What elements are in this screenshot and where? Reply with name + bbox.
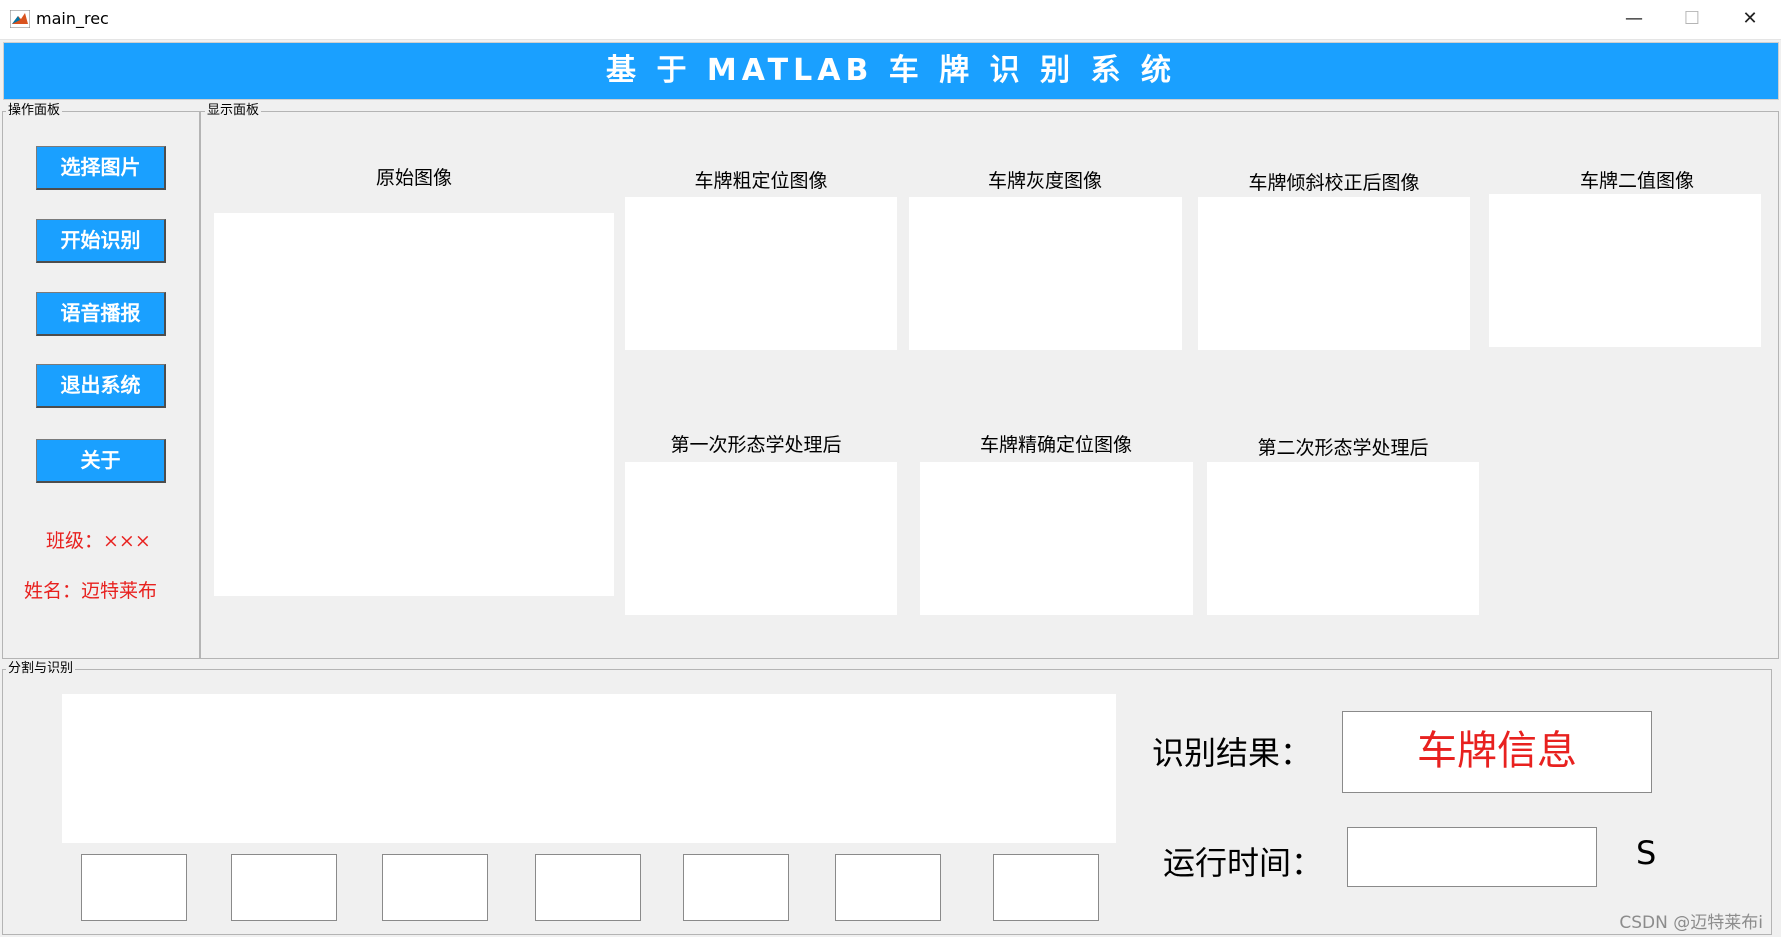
char-box-5	[683, 854, 789, 921]
second-morphology-title: 第二次形态学处理后	[1257, 437, 1429, 459]
binary-plate-title: 车牌二值图像	[1580, 170, 1695, 192]
segmentation-panel-label: 分割与识别	[6, 661, 76, 676]
segmented-plate-axes	[62, 694, 1116, 843]
watermark: CSDN @迈特莱布i	[1619, 913, 1763, 933]
coarse-plate-title: 车牌粗定位图像	[694, 170, 828, 192]
gray-plate-title: 车牌灰度图像	[987, 170, 1102, 192]
precise-plate-axes	[920, 462, 1193, 615]
tilt-corrected-axes	[1198, 197, 1470, 350]
minimize-icon: —	[1625, 8, 1643, 29]
minimize-button[interactable]: —	[1605, 0, 1663, 40]
char-box-3	[382, 854, 488, 921]
window-title: main_rec	[36, 9, 109, 28]
start-recognition-button[interactable]: 开始识别	[36, 219, 166, 263]
display-panel-label: 显示面板	[205, 103, 262, 118]
tilt-corrected-title: 车牌倾斜校正后图像	[1248, 172, 1420, 194]
char-box-2	[231, 854, 337, 921]
char-box-1	[81, 854, 187, 921]
select-image-button[interactable]: 选择图片	[36, 146, 166, 190]
time-label: 运行时间：	[1163, 844, 1324, 882]
exit-system-button[interactable]: 退出系统	[36, 364, 166, 408]
char-box-7	[993, 854, 1099, 921]
second-morphology-axes	[1207, 462, 1479, 615]
about-button[interactable]: 关于	[36, 439, 166, 483]
voice-broadcast-button[interactable]: 语音播报	[36, 292, 166, 336]
system-title-banner: 基 于 MATLAB 车 牌 识 别 系 统	[3, 42, 1779, 100]
name-info: 姓名：迈特莱布	[24, 580, 158, 602]
window-titlebar: main_rec — ☐ ✕	[0, 0, 1781, 40]
maximize-icon: ☐	[1683, 8, 1701, 29]
maximize-button[interactable]: ☐	[1663, 0, 1721, 40]
time-value	[1347, 827, 1597, 887]
original-image-title: 原始图像	[375, 167, 452, 189]
class-info: 班级：×××	[46, 530, 151, 552]
result-value: 车牌信息	[1342, 711, 1652, 793]
binary-plate-axes	[1489, 194, 1761, 347]
close-icon: ✕	[1742, 8, 1758, 29]
char-box-6	[835, 854, 941, 921]
close-button[interactable]: ✕	[1721, 0, 1779, 40]
time-unit: S	[1636, 834, 1657, 872]
first-morphology-axes	[625, 462, 897, 615]
char-box-4	[535, 854, 641, 921]
operation-panel-label: 操作面板	[6, 103, 63, 118]
coarse-plate-axes	[625, 197, 897, 350]
first-morphology-title: 第一次形态学处理后	[670, 434, 842, 456]
precise-plate-title: 车牌精确定位图像	[979, 434, 1132, 456]
gray-plate-axes	[909, 197, 1182, 350]
result-label: 识别结果：	[1152, 734, 1313, 772]
original-image-axes	[214, 213, 614, 596]
matlab-app-icon	[10, 10, 30, 28]
